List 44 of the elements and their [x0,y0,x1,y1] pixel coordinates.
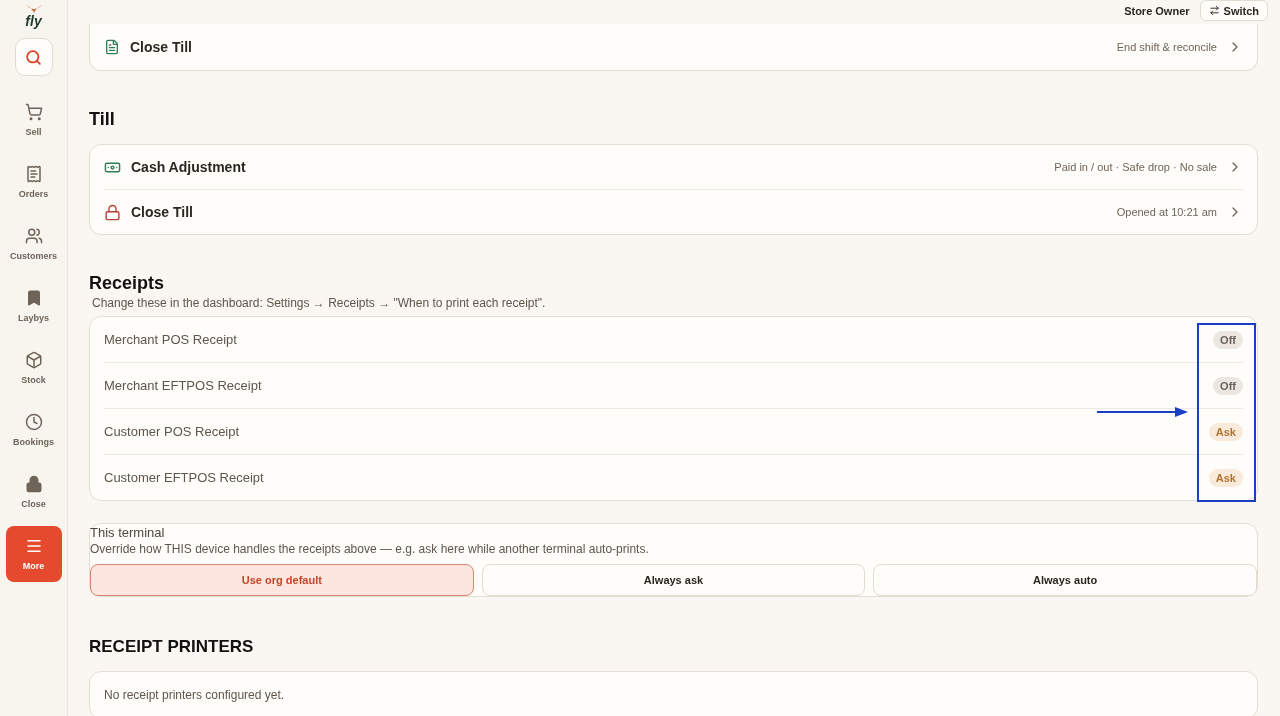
nav-item[interactable]: Bookings [5,402,62,458]
nav-item[interactable]: Orders [5,154,62,210]
lock-icon [24,475,43,493]
section-heading: RECEIPT PRINTERS [89,637,255,657]
status-badge: Off [1213,330,1243,349]
terminal-description: Override how THIS device handles the receipts above — e.g. ask here while another terminal auto-prints. [90,542,650,556]
lock-icon [104,203,121,221]
search-icon [25,48,42,66]
cube-icon [24,351,43,369]
option-button[interactable]: Use org default [90,564,474,596]
switch-button[interactable]: Switch [1199,0,1268,21]
document-icon [104,39,120,55]
search-button[interactable] [14,38,53,76]
users-icon [24,227,43,245]
nav-item[interactable]: Laybys [5,278,62,334]
receipt-icon [24,165,43,183]
user-name: Store Owner [1124,4,1190,17]
nav-item[interactable]: Close [5,464,62,520]
list-row[interactable]: Cash Adjustment Paid in / out · Safe drop · No sale [104,145,1243,189]
clock-icon [24,413,43,431]
receipt-label: Merchant EFTPOS Receipt [104,378,263,393]
terminal-title: This terminal [90,525,166,540]
logo: fly [24,4,43,28]
list-row[interactable]: Close Till End shift & reconcile [104,24,1243,70]
option-button[interactable]: Always ask [481,564,866,596]
status-badge: Ask [1208,422,1243,441]
nav-item[interactable]: More [5,526,62,582]
nav-item[interactable]: Customers [5,216,62,272]
status-badge: Ask [1208,468,1243,487]
status-badge: Off [1213,376,1243,395]
receipt-label: Merchant POS Receipt [104,332,238,347]
empty-message: No receipt printers configured yet. [104,688,286,702]
section-heading: Till [89,109,116,130]
nav-item[interactable]: Sell [5,92,62,148]
section-heading: Receipts [89,273,166,294]
option-button[interactable]: Always auto [873,564,1257,596]
swap-icon [1208,5,1220,16]
receipt-label: Customer POS Receipt [104,424,241,439]
menu-icon [24,537,43,555]
section-note: Change these in the dashboard: Settings → Receipts → "When to print each receipt". [92,296,547,310]
nav-item[interactable]: Stock [5,340,62,396]
cart-icon [24,103,43,121]
list-row[interactable]: Close Till Opened at 10:21 am [104,189,1243,234]
receipt-label: Customer EFTPOS Receipt [104,470,265,485]
